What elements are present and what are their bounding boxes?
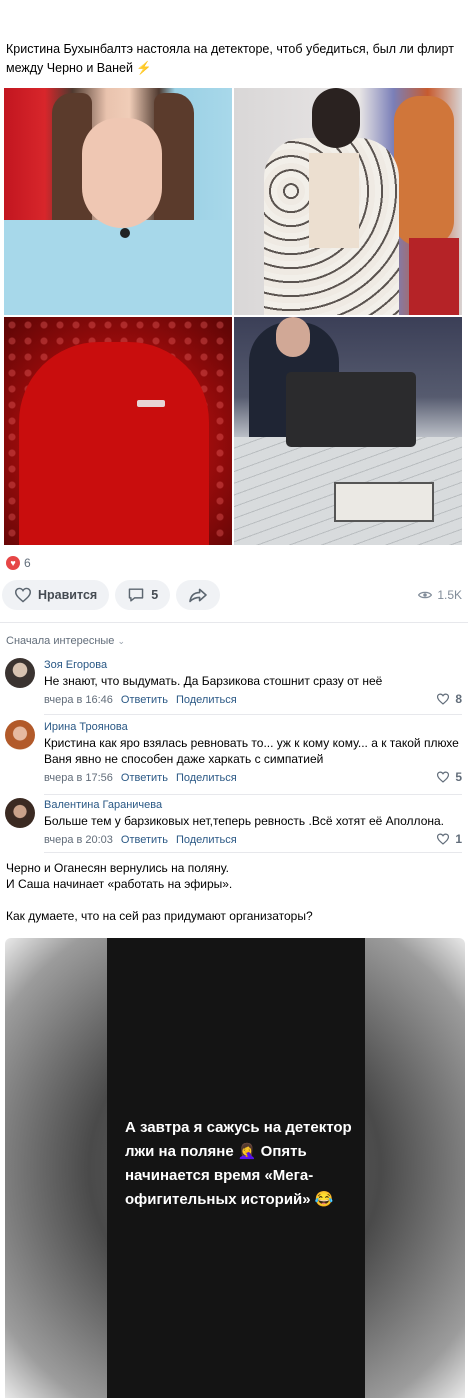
story-screenshot[interactable]: А завтра я сажусь на детектор лжи на пол…	[5, 938, 465, 1398]
post-actions: Нравится 5	[2, 580, 221, 610]
heart-icon: ♥	[6, 556, 20, 570]
share-icon	[189, 588, 207, 603]
comment-divider	[44, 714, 462, 715]
comment-icon	[128, 588, 144, 602]
comment-like-button[interactable]: 5	[436, 770, 462, 784]
comment-like-button[interactable]: 8	[436, 692, 462, 706]
share-comment-button[interactable]: Поделиться	[176, 834, 237, 846]
comment: Ирина Троянова Кристина как яро взялась …	[0, 718, 468, 796]
comment-meta: вчера в 17:56 Ответить Поделиться	[44, 772, 237, 784]
comment: Зоя Егорова Не знают, что выдумать. Да Б…	[0, 656, 468, 716]
comment-time[interactable]: вчера в 20:03	[44, 834, 113, 846]
avatar[interactable]	[5, 658, 35, 688]
reply-button[interactable]: Ответить	[121, 834, 168, 846]
heart-outline-icon	[437, 833, 450, 845]
likes-count: 6	[24, 556, 31, 570]
share-comment-button[interactable]: Поделиться	[176, 694, 237, 706]
heart-outline-icon	[437, 693, 450, 705]
post-text: Кристина Бухынбалтэ настояла на детектор…	[6, 42, 454, 75]
comment-like-count: 5	[455, 770, 462, 784]
story-text: А завтра я сажусь на детектор лжи на пол…	[125, 1119, 352, 1208]
post2-line: И Саша начинает «работать на эфиры».	[6, 877, 233, 891]
comment-like-button[interactable]: 1	[436, 832, 462, 846]
comments-count: 5	[151, 588, 159, 602]
share-button[interactable]	[176, 580, 221, 610]
comment-divider	[44, 794, 462, 795]
chevron-down-icon: ⌄	[117, 636, 126, 646]
comment-divider	[44, 852, 462, 853]
like-button-label: Нравится	[38, 588, 98, 602]
post2-line: Черно и Оганесян вернулись на поляну.	[6, 861, 229, 875]
like-button[interactable]: Нравится	[2, 580, 110, 610]
comments-sort-dropdown[interactable]: Сначала интересные ⌄	[6, 635, 125, 647]
reply-button[interactable]: Ответить	[121, 694, 168, 706]
comment-meta: вчера в 20:03 Ответить Поделиться	[44, 834, 237, 846]
photo-gallery	[4, 88, 462, 545]
comment-author[interactable]: Зоя Егорова	[44, 659, 107, 671]
photo-woman-leopard-coat[interactable]	[234, 88, 462, 315]
likes-summary[interactable]: ♥ 6	[6, 556, 31, 570]
avatar[interactable]	[5, 798, 35, 828]
comment-meta: вчера в 16:46 Ответить Поделиться	[44, 694, 237, 706]
comment: Валентина Гараничева Больше тем у барзик…	[0, 796, 468, 854]
share-comment-button[interactable]: Поделиться	[176, 772, 237, 784]
photo-red-hoodie[interactable]	[4, 317, 232, 545]
heart-outline-icon	[14, 587, 32, 603]
comment-button[interactable]: 5	[115, 580, 171, 610]
divider	[0, 622, 468, 623]
comment-author[interactable]: Валентина Гараничева	[44, 799, 162, 811]
comment-like-count: 8	[455, 692, 462, 706]
comment-author[interactable]: Ирина Троянова	[44, 721, 128, 733]
comment-time[interactable]: вчера в 17:56	[44, 772, 113, 784]
photo-woman-hoodie[interactable]	[4, 88, 232, 315]
views-counter: 1.5K	[418, 588, 462, 602]
photo-lie-detector-operator[interactable]	[234, 317, 462, 545]
comment-like-count: 1	[455, 832, 462, 846]
views-count: 1.5K	[437, 588, 462, 602]
sort-label: Сначала интересные	[6, 635, 115, 647]
post2-text: Черно и Оганесян вернулись на поляну. И …	[6, 860, 462, 924]
comment-time[interactable]: вчера в 16:46	[44, 694, 113, 706]
heart-outline-icon	[437, 771, 450, 783]
post2-line: Как думаете, что на сей раз придумают ор…	[6, 909, 313, 923]
comment-text: Кристина как яро взялась ревновать то...…	[44, 736, 459, 766]
eye-icon	[418, 591, 433, 599]
comment-text: Больше тем у барзиковых нет,теперь ревно…	[44, 814, 444, 828]
reply-button[interactable]: Ответить	[121, 772, 168, 784]
comment-text: Не знают, что выдумать. Да Барзикова сто…	[44, 674, 383, 688]
story-frame: А завтра я сажусь на детектор лжи на пол…	[107, 938, 365, 1398]
avatar[interactable]	[5, 720, 35, 750]
